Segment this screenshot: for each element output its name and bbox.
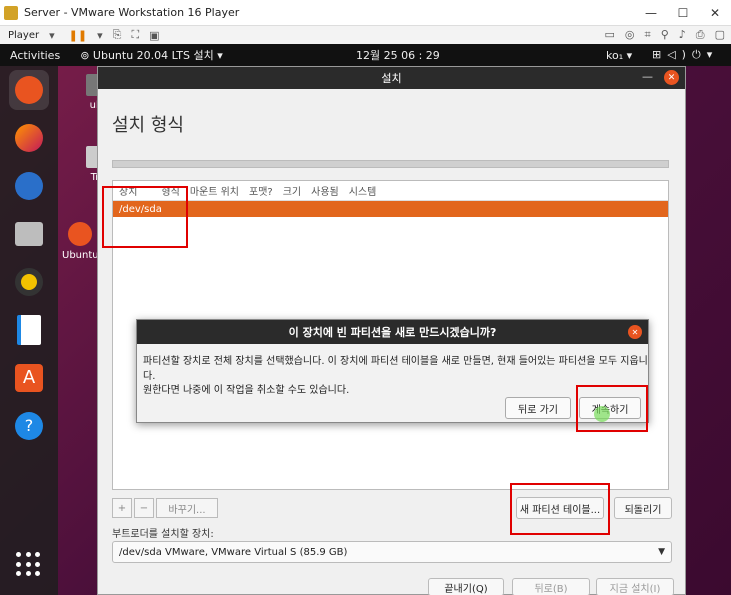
bootloader-value: /dev/sda VMware, VMware Virtual S (85.9 … xyxy=(119,546,348,558)
player-menu[interactable]: Player xyxy=(8,30,39,41)
cdrom-icon[interactable]: ◎ xyxy=(625,28,635,42)
column-header[interactable]: 포맷? xyxy=(249,183,273,198)
installer-window-title: 설치 xyxy=(381,72,402,85)
fullscreen-icon[interactable]: ⛶ xyxy=(131,28,139,42)
app-menu-label: Ubuntu 20.04 LTS 설치 xyxy=(92,49,214,62)
help-icon[interactable]: ? xyxy=(9,406,49,446)
firefox-icon[interactable] xyxy=(9,118,49,158)
display-icon[interactable]: ▢ xyxy=(715,28,725,42)
vm-toolbar: Player ▾ ❚❚ ▾ ⎘ ⛶ ▣ ▭ ◎ ⌗ ⚲ ♪ ⎙ ▢ xyxy=(0,26,731,44)
vmware-icon xyxy=(4,5,18,20)
chevron-down-icon: ▾ xyxy=(213,49,223,62)
input-method-label: ko₁ xyxy=(606,48,624,62)
thunderbird-icon[interactable] xyxy=(9,166,49,206)
chevron-down-icon[interactable]: ▾ xyxy=(97,29,103,42)
dialog-titlebar: 이 장치에 빈 파티션을 새로 만드시겠습니까? ✕ xyxy=(137,320,648,344)
desktop-icon-label: Ubuntu xyxy=(62,250,99,261)
send-ctrl-alt-del-icon[interactable]: ⎘ xyxy=(113,28,122,42)
page-title: 설치 형식 xyxy=(112,115,184,136)
vm-titlebar: Server - VMware Workstation 16 Player — … xyxy=(0,0,731,26)
software-center-icon[interactable]: A xyxy=(9,358,49,398)
column-header[interactable]: 사용됨 xyxy=(311,183,339,198)
volume-icon: ◁) xyxy=(667,48,692,61)
table-row[interactable]: /dev/sda xyxy=(113,201,668,217)
add-partition-button[interactable]: + xyxy=(112,498,132,518)
gnome-top-bar: Activities ⊚ Ubuntu 20.04 LTS 설치 ▾ 12월 2… xyxy=(0,44,731,66)
window-controls: — ☐ ✕ xyxy=(635,0,731,26)
device-icons: ▭ ◎ ⌗ ⚲ ♪ ⎙ ▢ xyxy=(604,28,725,42)
rhythmbox-icon[interactable] xyxy=(9,262,49,302)
annotation-box xyxy=(576,385,648,432)
partition-edit-buttons: + − 바꾸기... xyxy=(112,498,220,518)
unity-icon[interactable]: ▣ xyxy=(149,29,159,42)
minimize-icon[interactable]: — xyxy=(642,70,653,83)
column-header[interactable]: 마운트 위치 xyxy=(190,183,239,198)
chevron-down-icon[interactable]: ▾ xyxy=(49,29,55,42)
sound-icon[interactable]: ♪ xyxy=(679,28,686,42)
pause-icon[interactable]: ❚❚ xyxy=(69,29,87,42)
hdd-icon[interactable]: ▭ xyxy=(604,28,614,42)
annotation-box xyxy=(102,186,188,248)
chevron-down-icon: ▾ xyxy=(706,48,719,61)
dialog-message: 원한다면 나중에 이 작업을 취소할 수도 있습니다. xyxy=(143,385,350,396)
app-menu[interactable]: ⊚ Ubuntu 20.04 LTS 설치 ▾ xyxy=(80,47,223,63)
installer-icon: ⊚ xyxy=(80,49,93,62)
network-icon: ⊞ xyxy=(652,48,668,61)
change-partition-button[interactable]: 바꾸기... xyxy=(156,498,218,518)
bootloader-select[interactable]: /dev/sda VMware, VMware Virtual S (85.9 … xyxy=(112,541,672,563)
network-icon[interactable]: ⌗ xyxy=(644,28,650,42)
clock[interactable]: 12월 25 06 : 29 xyxy=(356,47,440,63)
show-applications-icon[interactable] xyxy=(16,552,42,578)
chevron-down-icon: ▾ xyxy=(623,48,633,62)
close-icon[interactable]: ✕ xyxy=(664,70,679,85)
desktop-icon-installer[interactable]: Ubuntu xyxy=(62,222,99,261)
partition-bar xyxy=(112,160,669,168)
dock: A ? xyxy=(0,66,58,595)
ubuntu-logo-icon xyxy=(68,222,93,246)
printer-icon[interactable]: ⎙ xyxy=(696,28,705,42)
maximize-button[interactable]: ☐ xyxy=(667,0,699,26)
partition-table-header: 장치 형식 마운트 위치 포맷? 크기 사용됨 시스템 xyxy=(113,181,668,201)
close-button[interactable]: ✕ xyxy=(699,0,731,26)
minimize-button[interactable]: — xyxy=(635,0,667,26)
install-now-button[interactable]: 지금 설치(I) xyxy=(596,578,674,595)
usb-icon[interactable]: ⚲ xyxy=(661,28,669,42)
go-back-button[interactable]: 뒤로 가기 xyxy=(505,397,571,419)
system-menu[interactable]: ⊞◁)⏻▾ xyxy=(652,48,718,62)
activities-button[interactable]: Activities xyxy=(10,49,60,62)
column-header[interactable]: 크기 xyxy=(283,183,301,198)
window-title: Server - VMware Workstation 16 Player xyxy=(24,6,240,19)
bootloader-label: 부트로더를 설치할 장치: xyxy=(112,529,214,540)
back-button[interactable]: 뒤로(B) xyxy=(512,578,590,595)
ubuntu-installer-icon[interactable] xyxy=(9,70,49,110)
dialog-title: 이 장치에 빈 파티션을 새로 만드시겠습니까? xyxy=(288,326,497,339)
input-method[interactable]: ko₁ ▾ xyxy=(606,49,632,62)
files-icon[interactable] xyxy=(9,214,49,254)
dialog-message: 파티션할 장치로 전체 장치를 선택했습니다. 이 장치에 파티션 테이블을 새… xyxy=(143,356,648,382)
confirm-dialog: 이 장치에 빈 파티션을 새로 만드시겠습니까? ✕ 파티션할 장치로 전체 장… xyxy=(136,319,649,423)
column-header[interactable]: 시스템 xyxy=(349,183,377,198)
remove-partition-button[interactable]: − xyxy=(134,498,154,518)
close-icon[interactable]: ✕ xyxy=(628,325,642,339)
revert-button[interactable]: 되돌리기 xyxy=(614,497,672,519)
quit-button[interactable]: 끝내기(Q) xyxy=(428,578,504,595)
power-icon: ⏻ xyxy=(691,48,707,61)
installer-titlebar: 설치 — ✕ xyxy=(98,67,685,89)
dropdown-arrow-icon: ▼ xyxy=(658,547,665,557)
libreoffice-writer-icon[interactable] xyxy=(9,310,49,350)
cursor-highlight xyxy=(594,406,610,422)
annotation-box xyxy=(510,483,610,535)
